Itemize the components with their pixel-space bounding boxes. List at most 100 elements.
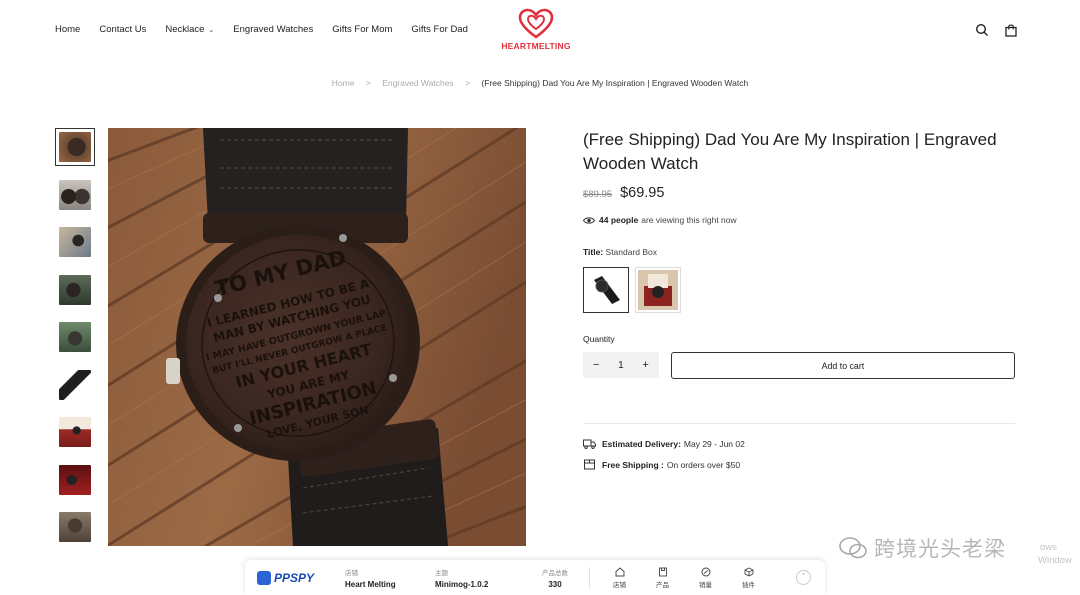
breadcrumb-engraved-watches[interactable]: Engraved Watches xyxy=(382,78,454,88)
product-title: (Free Shipping) Dad You Are My Inspirati… xyxy=(583,130,997,173)
ppspy-theme: 主题 Minimog-1.0.2 xyxy=(435,567,515,589)
delivery-label: Estimated Delivery: xyxy=(602,439,681,449)
logo-text: HEARTMELTING xyxy=(501,41,571,51)
thumbnail-image xyxy=(59,132,91,162)
compare-at-price: $89.95 xyxy=(583,189,613,200)
sales-icon xyxy=(701,567,710,576)
shipping-value: On orders over $50 xyxy=(666,459,741,470)
nav-engraved-watches[interactable]: Engraved Watches xyxy=(233,24,313,35)
thumbnail-image xyxy=(59,369,91,400)
swatch-gift-box[interactable] xyxy=(635,267,681,313)
delivery-value: May 29 - Jun 02 xyxy=(683,439,745,449)
ppspy-store: 店铺 Heart Melting xyxy=(345,567,425,589)
nav-label: Home xyxy=(55,24,81,35)
ppspy-tab-product[interactable]: 产品 xyxy=(641,567,684,589)
ppspy-tab-label: 店铺 xyxy=(613,581,626,589)
swatch-standard-box[interactable] xyxy=(583,267,629,313)
thumbnail-4[interactable] xyxy=(55,271,95,309)
ppspy-store-value: Heart Melting xyxy=(345,579,396,589)
thumbnail-3[interactable] xyxy=(55,223,95,261)
windows-activation-overlay: ows Window xyxy=(980,541,1072,567)
ppspy-brand: PPSPY xyxy=(274,570,315,585)
main-nav: Home Contact Us Necklace ⌄ Engraved Watch… xyxy=(55,24,487,35)
ppspy-logo-icon xyxy=(257,570,271,585)
thumbnail-5[interactable] xyxy=(55,318,95,356)
nav-gifts-for-mom[interactable]: Gifts For Mom xyxy=(332,24,392,35)
ppspy-product-count: 产品总数 330 xyxy=(525,567,585,589)
nav-label: Necklace xyxy=(165,24,205,35)
truck-icon xyxy=(583,439,596,449)
thumbnail-6[interactable] xyxy=(55,366,95,404)
site-header: Home Contact Us Necklace ⌄ Engraved Watch… xyxy=(0,0,1080,62)
thumbnail-2[interactable] xyxy=(55,176,95,214)
thumbnail-7[interactable] xyxy=(55,413,95,451)
price-row: $89.95 $69.95 xyxy=(583,185,1015,201)
thumbnail-9[interactable] xyxy=(55,508,95,546)
quantity-row: − 1 + Add to cart xyxy=(583,352,1015,379)
swatch-image xyxy=(638,270,678,310)
thumbnail-image xyxy=(59,179,91,210)
breadcrumb-home[interactable]: Home xyxy=(332,78,355,88)
add-to-cart-button[interactable]: Add to cart xyxy=(670,352,1015,379)
thumbnail-1[interactable] xyxy=(55,128,95,166)
search-icon[interactable] xyxy=(975,23,989,37)
quantity-input[interactable]: 1 xyxy=(618,360,624,371)
nav-necklace[interactable]: Necklace ⌄ xyxy=(165,24,214,35)
thumbnail-image xyxy=(59,322,91,352)
ppspy-theme-value: Minimog-1.0.2 xyxy=(435,579,489,589)
quantity-decrease-button[interactable]: − xyxy=(593,359,599,371)
quantity-label: Quantity xyxy=(583,334,615,344)
thumbnail-image xyxy=(59,274,91,305)
ppspy-bar: PPSPY 店铺 Heart Melting 主题 Minimog-1.0.2 … xyxy=(245,560,825,595)
viewers-notice: 44 people are viewing this right now xyxy=(583,215,1015,225)
product-info: (Free Shipping) Dad You Are My Inspirati… xyxy=(583,128,1015,470)
thumbnail-image xyxy=(59,227,91,257)
site-logo[interactable]: HEARTMELTING xyxy=(500,8,572,51)
variant-label: Title: Standard Box xyxy=(583,247,1015,257)
sale-price: $69.95 xyxy=(620,185,665,201)
ppspy-tab-label: 产品 xyxy=(656,581,669,589)
breadcrumb: Home > Engraved Watches > (Free Shipping… xyxy=(0,78,1080,88)
nav-label: Engraved Watches xyxy=(233,24,314,35)
chevron-down-icon: ⌄ xyxy=(208,26,215,34)
breadcrumb-separator: > xyxy=(465,78,471,88)
ppspy-store-label: 店铺 xyxy=(345,569,358,577)
plugin-icon xyxy=(744,566,753,577)
nav-contact-us[interactable]: Contact Us xyxy=(99,24,146,35)
free-shipping-row: Free Shipping : On orders over $50 xyxy=(583,459,1015,470)
ppspy-count-label: 产品总数 xyxy=(542,569,568,577)
variant-swatches xyxy=(583,267,1015,313)
swatch-image xyxy=(586,270,626,310)
ppspy-logo[interactable]: PPSPY xyxy=(257,570,335,585)
thumbnail-image xyxy=(59,417,91,447)
box-icon xyxy=(584,459,595,470)
heart-logo-icon xyxy=(518,8,554,39)
nav-home[interactable]: Home xyxy=(55,24,80,35)
thumbnail-8[interactable] xyxy=(55,461,95,499)
nav-label: Gifts For Dad xyxy=(411,24,468,35)
watch-image: TO MY DAD I LEARNED HOW TO BE A MAN BY W… xyxy=(108,128,526,546)
bag-icon[interactable] xyxy=(1004,23,1018,37)
ppspy-tab-store[interactable]: 店铺 xyxy=(598,566,641,589)
ppspy-tab-sales[interactable]: 销量 xyxy=(684,567,727,589)
viewers-text: are viewing this right now xyxy=(641,215,737,225)
divider xyxy=(583,423,1015,424)
nav-label: Contact Us xyxy=(99,24,147,35)
windows-line-2: Window xyxy=(1038,555,1072,566)
quantity-stepper: − 1 + xyxy=(583,352,659,378)
thumbnail-image xyxy=(59,464,91,495)
ppspy-tab-plugin[interactable]: 插件 xyxy=(727,566,770,589)
nav-label: Gifts For Mom xyxy=(332,24,393,35)
chevron-up-icon[interactable]: ˆ xyxy=(796,570,811,585)
thumbnail-list xyxy=(55,128,97,556)
eye-icon xyxy=(583,216,595,224)
nav-gifts-for-dad[interactable]: Gifts For Dad xyxy=(411,24,468,35)
shipping-label: Free Shipping : xyxy=(602,459,664,470)
viewers-count: 44 people xyxy=(599,215,639,225)
breadcrumb-separator: > xyxy=(365,78,371,88)
windows-line-1: ows xyxy=(1040,542,1057,553)
thumbnail-image xyxy=(59,512,91,542)
quantity-increase-button[interactable]: + xyxy=(642,359,648,371)
ppspy-count-value: 330 xyxy=(548,579,562,589)
main-product-image[interactable]: TO MY DAD I LEARNED HOW TO BE A MAN BY W… xyxy=(108,128,526,546)
